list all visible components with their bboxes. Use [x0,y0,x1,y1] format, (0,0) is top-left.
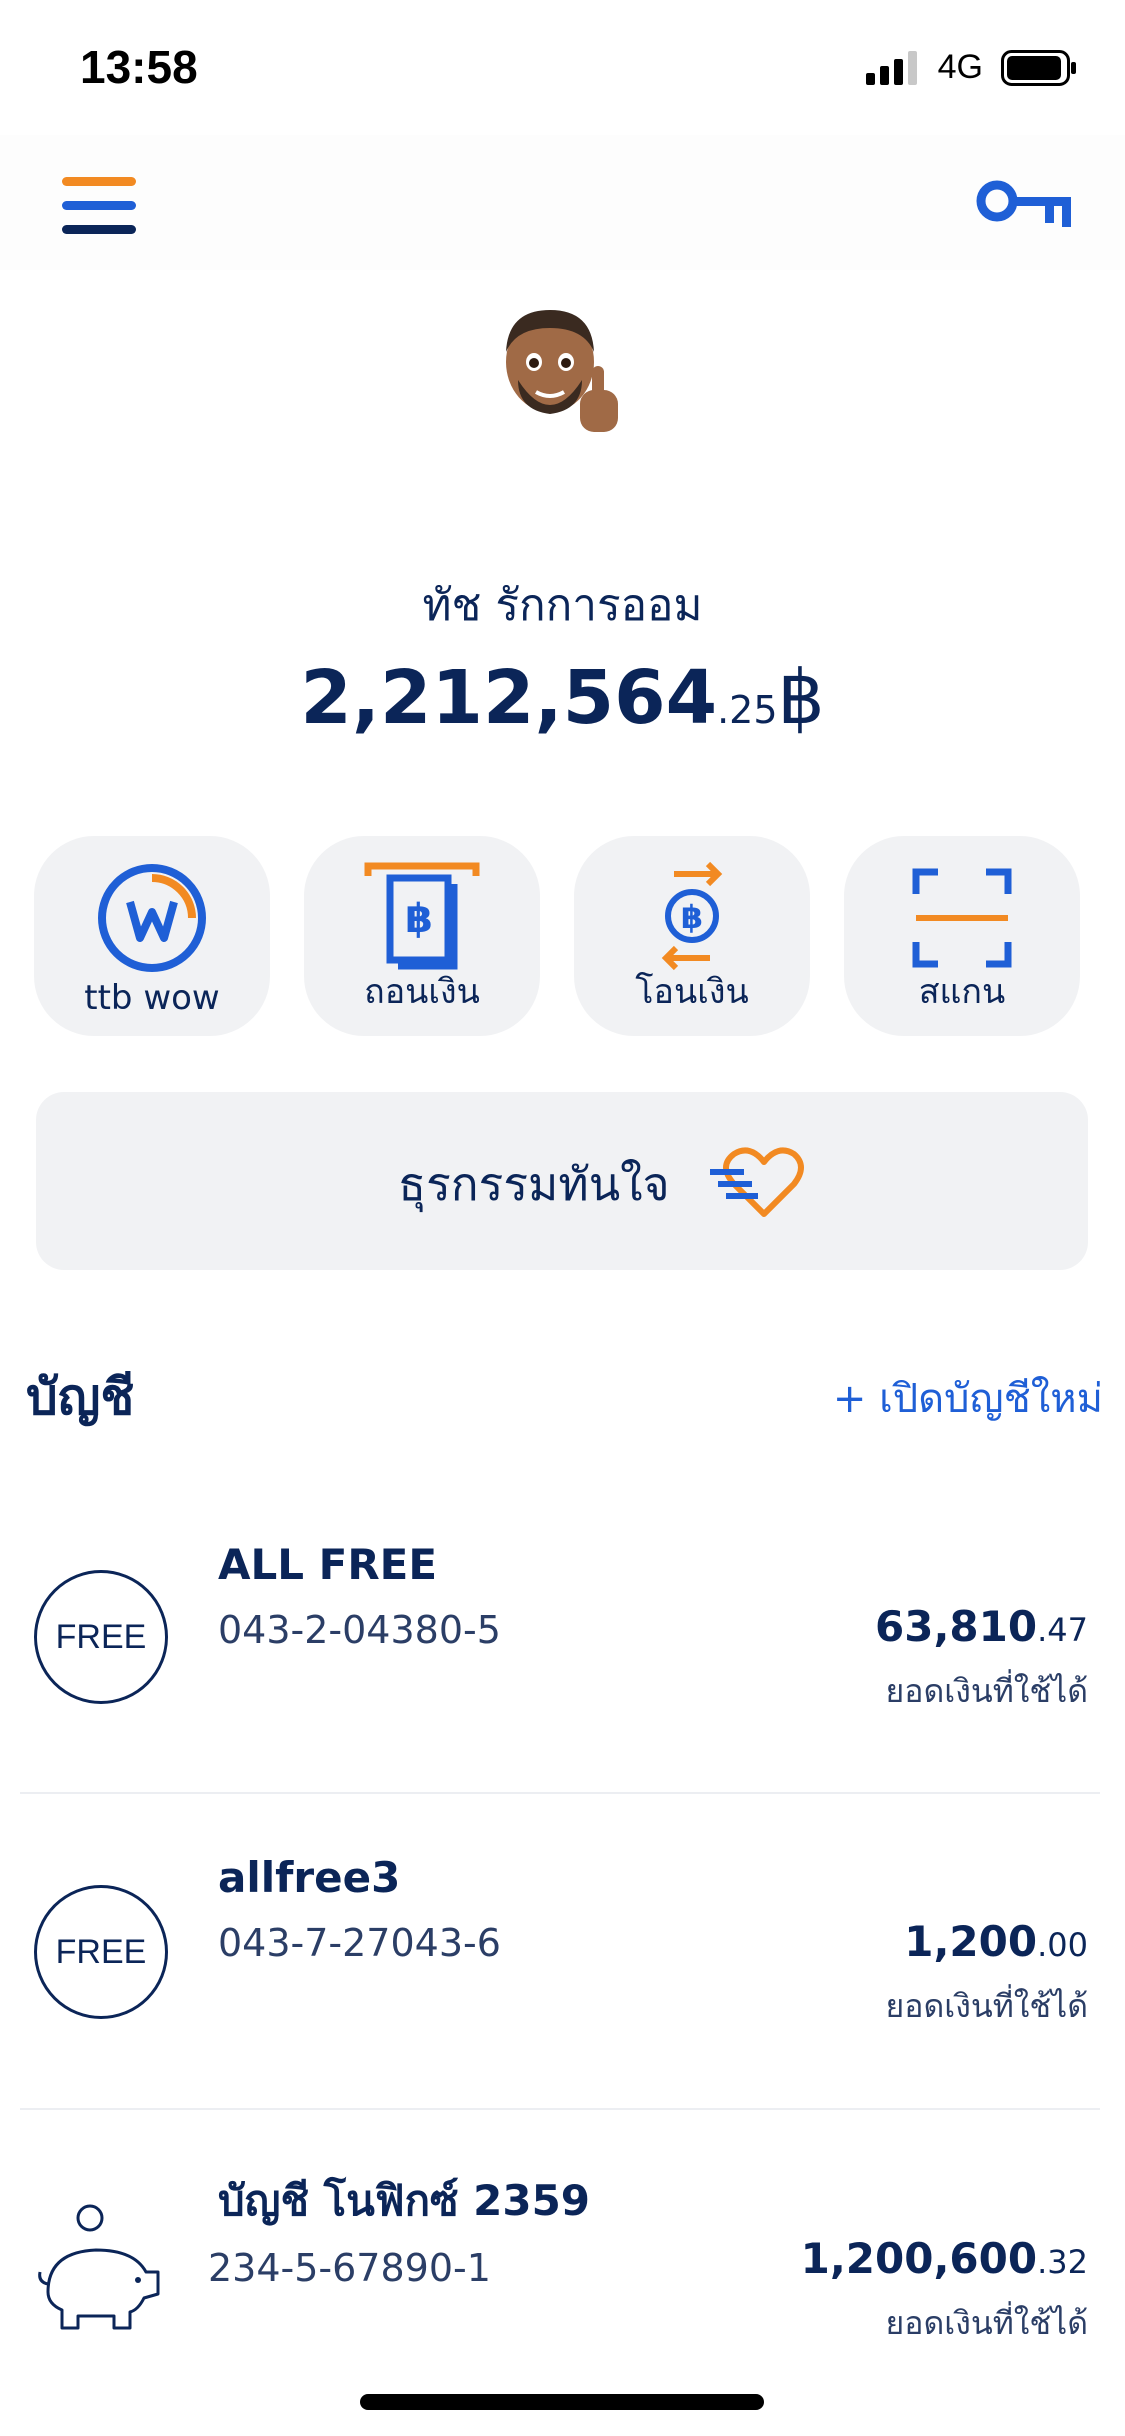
balance-decimal: .47 [1037,1611,1088,1649]
account-number: 043-7-27043-6 [218,1921,501,1965]
status-indicators: 4G [865,48,1077,87]
balance-integer: 2,212,564 [300,655,718,741]
quick-actions: ttb wow ฿ ถอนเงิน ฿ โอนเงิน สแกน [34,836,1094,1036]
top-bar [0,135,1125,270]
signal-icon [865,50,917,85]
svg-text:฿: ฿ [405,896,433,942]
status-bar: 13:58 4G [0,0,1125,135]
balance-decimal: .00 [1037,1926,1088,1964]
key-icon[interactable] [975,177,1075,237]
avatar[interactable] [488,300,638,450]
quick-transaction-label: ธุรกรรมทันใจ [398,1157,670,1211]
quick-action-ttb-wow[interactable]: ttb wow [34,836,270,1036]
quick-action-transfer[interactable]: ฿ โอนเงิน [574,836,810,1036]
balance-decimal: .32 [1037,2243,1088,2281]
open-account-link[interactable]: + เปิดบัญชีใหม่ [833,1366,1103,1430]
account-card[interactable]: FREE allfree3 043-7-27043-6 1,200.00 ยอด… [20,1835,1100,2145]
network-type: 4G [937,48,983,86]
fast-heart-icon [710,1147,804,1217]
account-card[interactable]: FREE ALL FREE 043-2-04380-5 63,810.47 ยอ… [20,1520,1100,1830]
quick-action-withdraw[interactable]: ฿ ถอนเงิน [304,836,540,1036]
scan-icon [912,868,1012,968]
divider [20,2108,1100,2110]
account-name: allfree3 [218,1853,401,1902]
account-balance: 1,200,600.32 [801,2234,1088,2283]
currency-symbol: ฿ [777,655,825,741]
withdraw-icon: ฿ [364,862,480,970]
account-name: บัญชี โนฟิกซ์ 2359 [218,2176,591,2225]
account-number: 043-2-04380-5 [218,1608,501,1652]
divider [20,1792,1100,1794]
balance-integer: 63,810 [875,1602,1038,1651]
total-balance: 2,212,564.25฿ [0,655,1125,741]
balance-integer: 1,200 [904,1917,1038,1966]
available-balance-label: ยอดเงินที่ใช้ได้ [885,2304,1089,2342]
user-name: ทัช รักการออม [422,580,703,631]
account-number: 234-5-67890-1 [208,2246,491,2290]
battery-icon [1001,49,1076,86]
transfer-icon: ฿ [661,861,723,971]
quick-action-label: โอนเงิน [635,972,749,1012]
accounts-header: บัญชี + เปิดบัญชีใหม่ [0,1350,1125,1430]
ttb-wow-icon [98,864,206,972]
available-balance-label: ยอดเงินที่ใช้ได้ [885,1672,1089,1710]
available-balance-label: ยอดเงินที่ใช้ได้ [885,1987,1089,2025]
accounts-title: บัญชี [26,1368,135,1426]
hamburger-menu-icon[interactable] [62,177,136,235]
quick-action-label: สแกน [918,972,1006,1012]
balance-decimal: .25 [717,688,778,732]
account-name: ALL FREE [218,1540,438,1589]
free-badge-icon: FREE [34,1570,168,1704]
quick-transaction-banner[interactable]: ธุรกรรมทันใจ [36,1092,1088,1270]
home-indicator[interactable] [360,2394,764,2410]
status-time: 13:58 [80,41,198,93]
balance-integer: 1,200,600 [800,2234,1038,2283]
quick-action-label: ttb wow [84,978,220,1018]
free-badge-icon: FREE [34,1885,168,2019]
quick-action-label: ถอนเงิน [364,972,480,1012]
quick-action-scan[interactable]: สแกน [844,836,1080,1036]
account-balance: 63,810.47 [875,1602,1088,1651]
account-balance: 1,200.00 [904,1917,1088,1966]
svg-text:฿: ฿ [681,898,703,936]
